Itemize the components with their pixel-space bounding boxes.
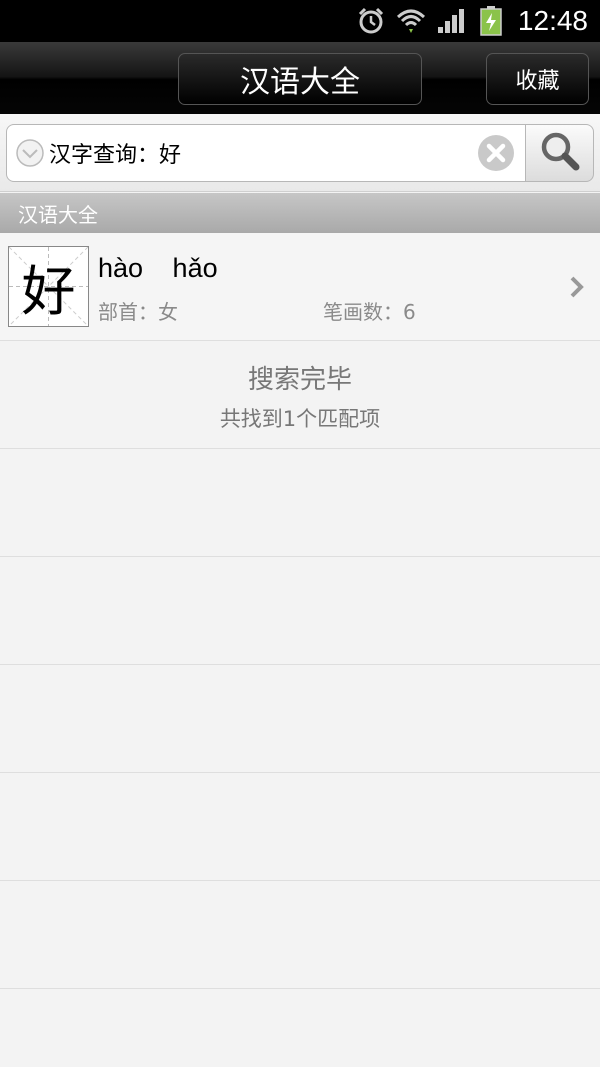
result-character: 好 xyxy=(21,260,76,323)
character-grid-box: 好 xyxy=(8,246,89,327)
battery-charging-icon xyxy=(476,6,506,36)
result-pinyin: hào hǎo xyxy=(98,253,218,283)
signal-icon xyxy=(436,6,466,36)
result-strokes: 笔画数：6 xyxy=(323,300,416,324)
search-summary: 搜索完毕 共找到1个匹配项 xyxy=(0,341,600,449)
clear-icon[interactable] xyxy=(477,134,515,172)
empty-list-row xyxy=(0,881,600,989)
wifi-icon xyxy=(396,6,426,36)
title-bar: 汉语大全 收藏 xyxy=(0,42,600,114)
alarm-icon xyxy=(356,6,386,36)
page-title: 汉语大全 xyxy=(178,53,422,105)
search-bar xyxy=(0,114,600,192)
favorites-button[interactable]: 收藏 xyxy=(486,53,589,105)
search-icon xyxy=(539,130,581,176)
summary-title: 搜索完毕 xyxy=(247,365,352,395)
empty-list-row xyxy=(0,449,600,557)
status-bar: 12:48 xyxy=(0,0,600,42)
search-input[interactable] xyxy=(45,133,477,173)
result-list-item[interactable]: 好 hào hǎo 部首：女 笔画数：6 xyxy=(0,233,600,341)
empty-list-row xyxy=(0,773,600,881)
summary-count: 共找到1个匹配项 xyxy=(219,407,381,431)
section-header: 汉语大全 xyxy=(0,193,600,233)
chevron-right-icon xyxy=(566,273,588,301)
dropdown-icon[interactable] xyxy=(15,138,45,168)
empty-list-row xyxy=(0,665,600,773)
result-radical: 部首：女 xyxy=(98,300,178,324)
status-time: 12:48 xyxy=(517,5,588,36)
search-box[interactable] xyxy=(6,124,526,182)
search-button[interactable] xyxy=(525,124,594,182)
empty-list-row xyxy=(0,557,600,665)
